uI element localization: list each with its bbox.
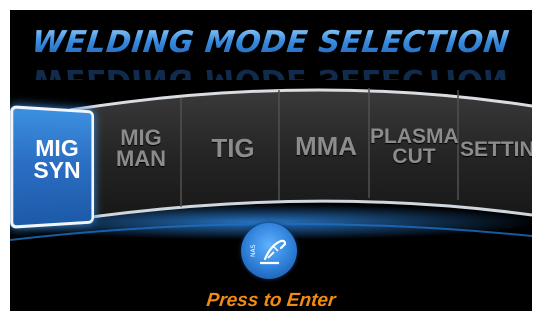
mode-label-line1: TIG [211,133,255,163]
press-to-enter-label: Press to Enter [205,290,337,311]
mode-label-line1: PLASMA [370,125,459,148]
mode-setting-button[interactable]: SETTING [460,140,532,160]
mode-mig-man-button[interactable]: MIG MAN [106,127,176,171]
title-reflection: WELDING MODE SELECTION [10,62,532,80]
mode-plasma-cut-button[interactable]: PLASMA CUT [370,125,459,168]
welding-torch-icon: NAS [250,239,287,265]
enter-button[interactable]: NAS [241,223,297,279]
title-container: WELDING MODE SELECTION [10,25,532,60]
title-reflection-text: WELDING MODE SELECTION [30,62,512,80]
nas-badge-text: NAS [250,244,257,257]
mode-mma-button[interactable]: MMA [288,131,364,161]
mode-tig-button[interactable]: TIG [198,133,268,163]
mode-label-line2: MAN [115,145,167,171]
mode-mig-syn-label: MIG SYN [21,137,93,183]
page-title: WELDING MODE SELECTION [30,25,512,60]
mode-label-line2: CUT [392,144,436,168]
mode-label-line2: SYN [33,156,81,183]
mode-label-line1: MMA [294,131,358,161]
mode-selection-screen: WELDING MODE SELECTION WELDING MODE SELE… [10,10,532,311]
mode-label-line1: SETTING [460,140,532,160]
